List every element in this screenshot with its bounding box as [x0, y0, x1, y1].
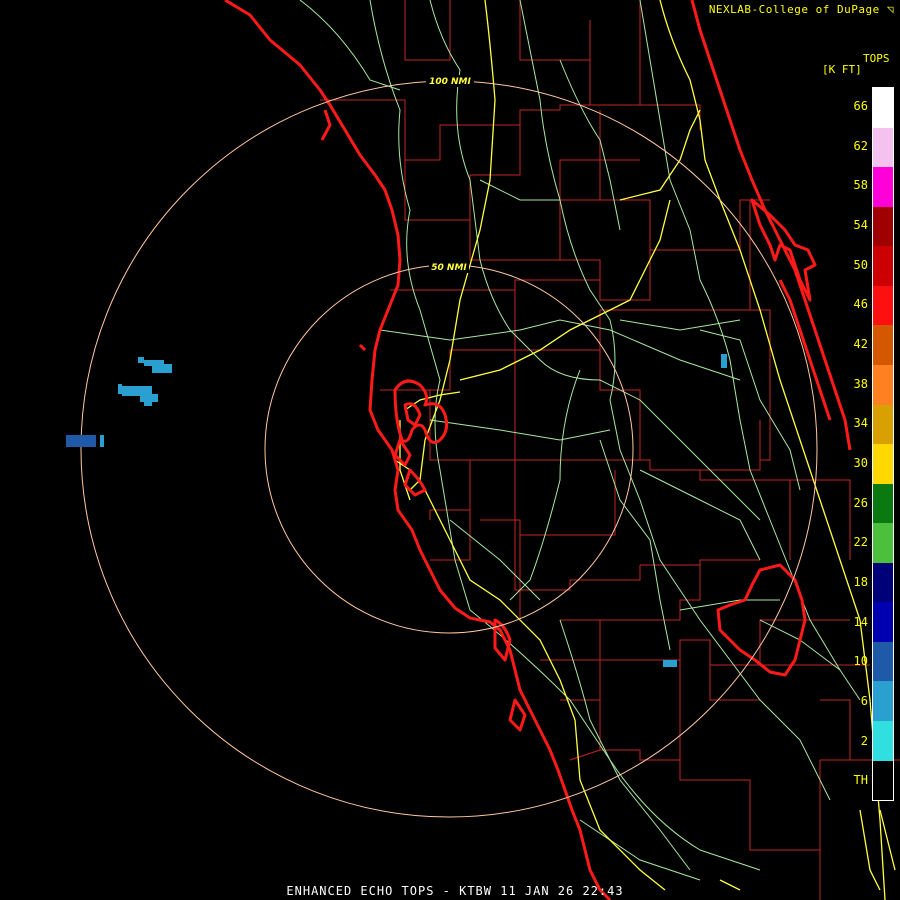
- legend-label: 38: [853, 376, 868, 391]
- legend-label: 66: [853, 98, 868, 113]
- radar-map: 100 NMI 50 NMI: [66, 0, 900, 900]
- legend-swatch: [873, 364, 893, 405]
- legend-label: 54: [853, 217, 868, 232]
- legend-swatch: [873, 562, 893, 603]
- legend-swatch: [873, 721, 893, 761]
- legend-label: 46: [853, 297, 868, 312]
- legend-swatch: [873, 602, 893, 642]
- range-ring-label-50: 50 NMI: [431, 263, 467, 273]
- product-caption: ENHANCED ECHO TOPS - KTBW 11 JAN 26 22:4…: [286, 884, 624, 898]
- legend-title: TOPS: [863, 52, 890, 65]
- range-ring-label-100: 100 NMI: [429, 77, 471, 87]
- echo-cell: [118, 384, 122, 394]
- legend-label: 10: [853, 654, 868, 669]
- legend-label: 18: [853, 574, 868, 589]
- legend-swatch: [873, 404, 893, 445]
- legend-swatch: [873, 246, 893, 286]
- echo-cell: [100, 435, 104, 447]
- legend-label: TH: [853, 773, 868, 788]
- legend-swatch: [873, 127, 893, 168]
- legend-swatch: [873, 681, 893, 721]
- legend-label: 62: [853, 138, 868, 153]
- range-ring-100: [80, 80, 818, 818]
- legend-label: 50: [853, 257, 868, 272]
- legend-swatch: [873, 523, 893, 563]
- legend-swatch: [873, 325, 893, 365]
- range-rings: [80, 80, 818, 818]
- legend-units: [K FT]: [822, 63, 862, 76]
- legend-label: 6: [860, 693, 868, 708]
- legend-label: 22: [853, 535, 868, 550]
- echo-cell: [138, 357, 144, 363]
- range-ring-50: [264, 264, 634, 634]
- echo-cell: [66, 435, 96, 447]
- legend-label: 30: [853, 455, 868, 470]
- legend-swatch: [873, 483, 893, 524]
- legend-swatch: [873, 88, 893, 128]
- echo-cell: [721, 354, 727, 368]
- legend-swatch: [873, 167, 893, 207]
- nexlab-credit: NEXLAB-College of DuPage ◹: [708, 3, 894, 16]
- legend-swatch: [873, 641, 893, 682]
- echo-cell: [663, 660, 677, 667]
- legend-label: 26: [853, 495, 868, 510]
- legend-label: 42: [853, 336, 868, 351]
- legend-label: 2: [860, 733, 868, 748]
- echo-cell: [144, 400, 152, 406]
- legend-label: 34: [853, 416, 868, 431]
- legend-swatch: [873, 206, 893, 247]
- legend-label: 58: [853, 178, 868, 193]
- legend-color-bar: [872, 87, 894, 801]
- legend-swatch: [873, 285, 893, 326]
- legend-swatch: [873, 760, 893, 801]
- coastline: [224, 0, 852, 900]
- legend-label: 14: [853, 614, 868, 629]
- echo-cell: [152, 364, 172, 373]
- legend-swatch: [873, 444, 893, 484]
